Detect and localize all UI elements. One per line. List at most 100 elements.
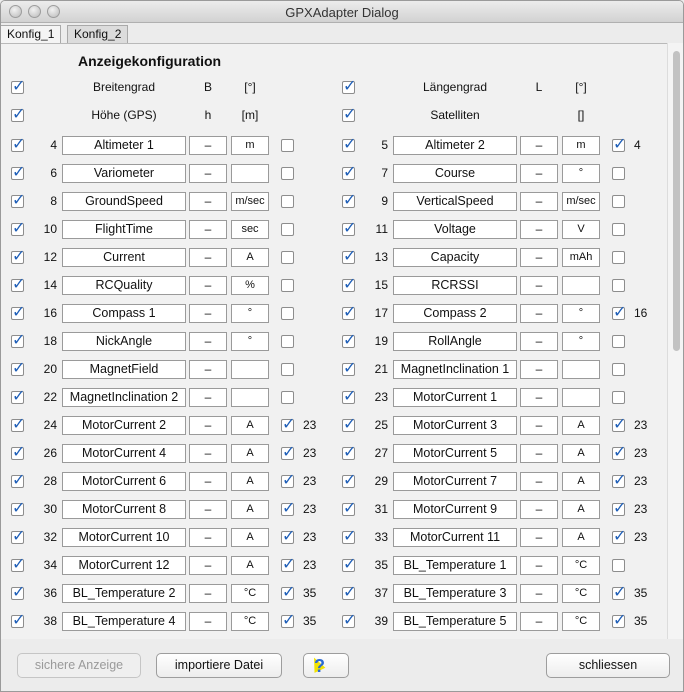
sensor-symbol-field[interactable]: – xyxy=(189,136,227,155)
sensor-enable-checkbox[interactable] xyxy=(11,275,25,295)
sensor-link-checkbox[interactable] xyxy=(612,499,626,519)
sensor-symbol-field[interactable]: – xyxy=(520,136,558,155)
sensor-enable-checkbox[interactable] xyxy=(342,415,356,435)
sensor-enable-checkbox[interactable] xyxy=(11,499,25,519)
import-file-button[interactable]: importiere Datei xyxy=(156,653,282,678)
sensor-link-checkbox[interactable] xyxy=(281,195,294,208)
tab-konfig-2[interactable]: Konfig_2 xyxy=(67,25,129,43)
sensor-unit-field[interactable]: A xyxy=(231,556,269,575)
sensor-link-checkbox[interactable] xyxy=(281,555,295,575)
close-dialog-button[interactable]: schliessen xyxy=(546,653,670,678)
sensor-name-field[interactable]: Altimeter 1 xyxy=(62,136,186,155)
sensor-enable-checkbox[interactable] xyxy=(342,219,356,239)
sensor-link-checkbox[interactable] xyxy=(612,583,626,603)
sensor-symbol-field[interactable]: – xyxy=(189,416,227,435)
sensor-name-field[interactable]: MotorCurrent 10 xyxy=(62,528,186,547)
sensor-name-field[interactable]: Variometer xyxy=(62,164,186,183)
sensor-enable-checkbox[interactable] xyxy=(11,331,25,351)
sensor-name-field[interactable]: MotorCurrent 3 xyxy=(393,416,517,435)
sensor-symbol-field[interactable]: – xyxy=(520,276,558,295)
sensor-name-field[interactable]: Current xyxy=(62,248,186,267)
sensor-enable-checkbox[interactable] xyxy=(11,415,25,435)
sensor-symbol-field[interactable]: – xyxy=(520,192,558,211)
sensor-name-field[interactable]: MagnetInclination 1 xyxy=(393,360,517,379)
sensor-unit-field[interactable] xyxy=(231,360,269,379)
sensor-name-field[interactable]: Compass 2 xyxy=(393,304,517,323)
sensor-unit-field[interactable]: A xyxy=(231,500,269,519)
sensor-unit-field[interactable]: °C xyxy=(562,612,600,631)
sensor-unit-field[interactable]: ° xyxy=(562,304,600,323)
sensor-link-checkbox[interactable] xyxy=(281,251,294,264)
title-bar[interactable]: GPXAdapter Dialog xyxy=(1,1,683,23)
sensor-unit-field[interactable]: V xyxy=(562,220,600,239)
sensor-link-checkbox[interactable] xyxy=(281,415,295,435)
sensor-symbol-field[interactable]: – xyxy=(189,444,227,463)
sensor-name-field[interactable]: BL_Temperature 4 xyxy=(62,612,186,631)
sensor-unit-field[interactable]: A xyxy=(231,248,269,267)
sensor-link-checkbox[interactable] xyxy=(281,363,294,376)
sensor-unit-field[interactable]: m xyxy=(562,136,600,155)
sensor-symbol-field[interactable]: – xyxy=(520,612,558,631)
sensor-enable-checkbox[interactable] xyxy=(342,191,356,211)
sensor-name-field[interactable]: MotorCurrent 9 xyxy=(393,500,517,519)
sensor-name-field[interactable]: MotorCurrent 5 xyxy=(393,444,517,463)
fixed-left-checkbox[interactable] xyxy=(11,105,25,125)
sensor-enable-checkbox[interactable] xyxy=(342,303,356,323)
sensor-enable-checkbox[interactable] xyxy=(342,275,356,295)
sensor-symbol-field[interactable]: – xyxy=(189,304,227,323)
sensor-link-checkbox[interactable] xyxy=(612,415,626,435)
sensor-unit-field[interactable] xyxy=(562,276,600,295)
sensor-name-field[interactable]: MotorCurrent 7 xyxy=(393,472,517,491)
sensor-name-field[interactable]: RCQuality xyxy=(62,276,186,295)
sensor-symbol-field[interactable]: – xyxy=(520,332,558,351)
sensor-symbol-field[interactable]: – xyxy=(189,584,227,603)
sensor-unit-field[interactable] xyxy=(231,388,269,407)
sensor-enable-checkbox[interactable] xyxy=(342,163,356,183)
safe-display-button[interactable]: sichere Anzeige xyxy=(17,653,141,678)
sensor-name-field[interactable]: MagnetInclination 2 xyxy=(62,388,186,407)
sensor-link-checkbox[interactable] xyxy=(612,251,625,264)
sensor-name-field[interactable]: VerticalSpeed xyxy=(393,192,517,211)
sensor-link-checkbox[interactable] xyxy=(281,139,294,152)
sensor-link-checkbox[interactable] xyxy=(612,471,626,491)
sensor-enable-checkbox[interactable] xyxy=(11,303,25,323)
sensor-unit-field[interactable]: A xyxy=(562,416,600,435)
sensor-symbol-field[interactable]: – xyxy=(520,528,558,547)
sensor-link-checkbox[interactable] xyxy=(281,279,294,292)
sensor-link-checkbox[interactable] xyxy=(612,559,625,572)
fixed-left-checkbox[interactable] xyxy=(11,77,25,97)
sensor-enable-checkbox[interactable] xyxy=(342,555,356,575)
sensor-name-field[interactable]: MotorCurrent 11 xyxy=(393,528,517,547)
sensor-enable-checkbox[interactable] xyxy=(11,135,25,155)
sensor-link-checkbox[interactable] xyxy=(612,391,625,404)
sensor-enable-checkbox[interactable] xyxy=(11,163,25,183)
sensor-symbol-field[interactable]: – xyxy=(520,388,558,407)
sensor-enable-checkbox[interactable] xyxy=(11,471,25,491)
sensor-unit-field[interactable]: m xyxy=(231,136,269,155)
sensor-symbol-field[interactable]: – xyxy=(189,500,227,519)
sensor-unit-field[interactable]: % xyxy=(231,276,269,295)
sensor-link-checkbox[interactable] xyxy=(281,471,295,491)
sensor-enable-checkbox[interactable] xyxy=(342,331,356,351)
sensor-link-checkbox[interactable] xyxy=(612,135,626,155)
sensor-link-checkbox[interactable] xyxy=(281,335,294,348)
sensor-unit-field[interactable]: °C xyxy=(562,584,600,603)
sensor-link-checkbox[interactable] xyxy=(281,583,295,603)
tab-konfig-1[interactable]: Konfig_1 xyxy=(1,25,62,43)
sensor-unit-field[interactable]: ° xyxy=(562,332,600,351)
sensor-symbol-field[interactable]: – xyxy=(520,220,558,239)
sensor-enable-checkbox[interactable] xyxy=(11,583,25,603)
sensor-unit-field[interactable]: °C xyxy=(231,612,269,631)
sensor-unit-field[interactable]: °C xyxy=(231,584,269,603)
sensor-unit-field[interactable]: A xyxy=(231,444,269,463)
sensor-unit-field[interactable]: A xyxy=(231,528,269,547)
sensor-enable-checkbox[interactable] xyxy=(342,611,356,631)
sensor-name-field[interactable]: NickAngle xyxy=(62,332,186,351)
sensor-unit-field[interactable] xyxy=(562,360,600,379)
sensor-enable-checkbox[interactable] xyxy=(11,443,25,463)
sensor-name-field[interactable]: MotorCurrent 4 xyxy=(62,444,186,463)
sensor-link-checkbox[interactable] xyxy=(281,611,295,631)
sensor-symbol-field[interactable]: – xyxy=(189,220,227,239)
sensor-unit-field[interactable]: A xyxy=(562,528,600,547)
sensor-enable-checkbox[interactable] xyxy=(342,387,356,407)
